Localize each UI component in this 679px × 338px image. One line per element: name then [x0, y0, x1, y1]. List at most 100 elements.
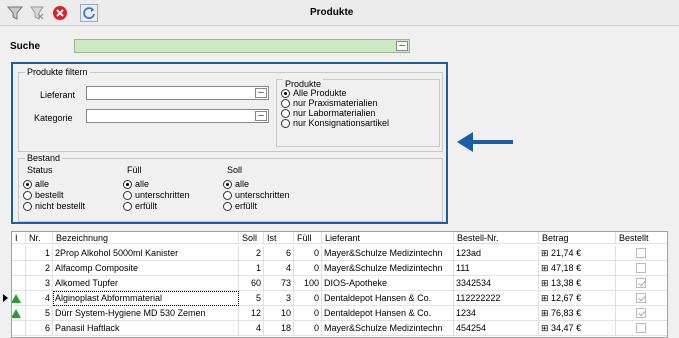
- bestellt-checkbox-cell[interactable]: [616, 306, 667, 321]
- row-pointer-icon: [3, 294, 8, 302]
- column-header[interactable]: Nr.: [26, 232, 53, 244]
- bestellt-checkbox-cell[interactable]: [616, 276, 667, 291]
- soll-title: Soll: [225, 165, 245, 175]
- column-header[interactable]: Bezeichnung: [53, 232, 239, 244]
- produkte-option-2[interactable]: nur Labormaterialien: [281, 108, 376, 118]
- produkte-option-3[interactable]: nur Konsignationsartikel: [281, 118, 389, 128]
- lieferant-field[interactable]: ...: [86, 86, 269, 100]
- radio-button[interactable]: [23, 201, 32, 211]
- soll-option-0[interactable]: alle: [223, 179, 249, 189]
- fuell-cell: 0: [294, 261, 322, 276]
- status-option-2[interactable]: nicht bestellt: [23, 201, 85, 211]
- ist-cell: 4: [264, 261, 294, 276]
- lieferant-label: Lieferant: [40, 90, 76, 100]
- column-header[interactable]: Lieferant: [322, 232, 454, 244]
- fuell-cell: 0: [294, 321, 322, 336]
- status-option-1[interactable]: bestellt: [23, 190, 64, 200]
- soll-option-2[interactable]: erfüllt: [223, 201, 257, 211]
- column-header[interactable]: Bestellt: [616, 232, 667, 244]
- fuell-option-2[interactable]: erfüllt: [123, 201, 157, 211]
- radio-label: unterschritten: [135, 190, 190, 200]
- nr-cell: 1: [26, 246, 53, 261]
- column-header[interactable]: Bestell-Nr.: [454, 232, 539, 244]
- bestellt-checkbox[interactable]: [636, 278, 646, 288]
- produkte-option-0[interactable]: Alle Produkte: [281, 88, 347, 98]
- column-header[interactable]: Füll: [294, 232, 322, 244]
- column-header[interactable]: Ist: [264, 232, 294, 244]
- bestellt-checkbox[interactable]: [636, 293, 646, 303]
- radio-button[interactable]: [123, 179, 132, 189]
- betrag-cell: ⊞ 13,38 €: [539, 276, 616, 291]
- radio-button[interactable]: [223, 201, 232, 211]
- lieferant-cell: Mayer&Schulze Medizintechn: [322, 261, 454, 276]
- radio-button[interactable]: [281, 118, 290, 128]
- filter-clear-icon[interactable]: [28, 4, 46, 22]
- radio-button[interactable]: [281, 88, 290, 98]
- fuell-option-1[interactable]: unterschritten: [123, 190, 190, 200]
- bestellt-checkbox[interactable]: [636, 323, 646, 333]
- kategorie-field[interactable]: ...: [86, 109, 269, 123]
- table-row[interactable]: 3 Alkomed Tupfer 60 73 100 DIOS-Apotheke 33425…: [12, 276, 667, 291]
- search-browse-button[interactable]: ...: [396, 41, 408, 51]
- produkte-filtern-title: Produkte filtern: [25, 67, 90, 77]
- filter-icon[interactable]: [6, 4, 24, 22]
- nr-cell: 2: [26, 261, 53, 276]
- fuell-title: Füll: [125, 165, 144, 175]
- table-row[interactable]: 5 Dürr System-Hygiene MD 530 Zemen 12 10 0 De…: [12, 306, 667, 321]
- bestellt-checkbox-cell[interactable]: [616, 246, 667, 261]
- bestand-title: Bestand: [25, 153, 63, 163]
- radio-button[interactable]: [23, 190, 32, 200]
- close-icon[interactable]: [51, 4, 69, 22]
- soll-cell: 12: [239, 306, 264, 321]
- table-row[interactable]: 4 Alginoplast Abformmaterial 5 3 0 Dentaldepo…: [12, 291, 667, 306]
- arrow-left-icon: [455, 130, 515, 156]
- table-row[interactable]: 2 Alfacomp Composite 1 4 0 Mayer&Schulze Medi…: [12, 261, 667, 276]
- radio-button[interactable]: [123, 190, 132, 200]
- betrag-cell: ⊞ 47,18 €: [539, 261, 616, 276]
- radio-label: erfüllt: [135, 201, 158, 211]
- bestellt-checkbox[interactable]: [636, 308, 646, 318]
- radio-button[interactable]: [281, 98, 290, 108]
- bestellt-checkbox-cell[interactable]: [616, 291, 667, 306]
- radio-button[interactable]: [123, 201, 132, 211]
- search-input[interactable]: ...: [74, 39, 410, 53]
- radio-label: alle: [35, 179, 50, 189]
- column-header[interactable]: Soll: [239, 232, 264, 244]
- bestellt-checkbox-cell[interactable]: [616, 321, 667, 336]
- kategorie-label: Kategorie: [34, 113, 73, 123]
- fuell-option-0[interactable]: alle: [123, 179, 149, 189]
- produkte-option-1[interactable]: nur Praxismaterialien: [281, 98, 378, 108]
- bestellt-checkbox[interactable]: [636, 263, 646, 273]
- nr-cell: 4: [26, 291, 53, 306]
- bezeichnung-cell: Dürr System-Hygiene MD 530 Zemen: [53, 306, 239, 321]
- radio-label: nur Konsignationsartikel: [293, 118, 390, 128]
- status-option-0[interactable]: alle: [23, 179, 49, 189]
- kategorie-browse-button[interactable]: ...: [255, 111, 267, 121]
- row-indicator: [12, 246, 26, 261]
- refresh-icon[interactable]: [80, 4, 98, 22]
- column-header[interactable]: Betrag: [539, 232, 616, 244]
- radio-button[interactable]: [281, 108, 290, 118]
- column-header[interactable]: I: [12, 232, 26, 244]
- fuell-cell: 0: [294, 306, 322, 321]
- table-row[interactable]: 6 Panasil Haftlack 4 18 0 Mayer&Schulze Mediz…: [12, 321, 667, 336]
- warning-icon: [12, 309, 21, 318]
- bestellt-checkbox-cell[interactable]: [616, 261, 667, 276]
- betrag-cell: ⊞ 76,83 €: [539, 306, 616, 321]
- lieferant-cell: Dentaldepot Hansen & Co.: [322, 306, 454, 321]
- radio-label: erfüllt: [235, 201, 258, 211]
- bezeichnung-cell: Alginoplast Abformmaterial: [53, 291, 239, 306]
- radio-button[interactable]: [223, 179, 232, 189]
- lieferant-browse-button[interactable]: ...: [255, 88, 267, 98]
- bestellnr-cell: 111: [454, 261, 539, 276]
- search-label: Suche: [10, 41, 41, 52]
- nr-cell: 5: [26, 306, 53, 321]
- lieferant-cell: Dentaldepot Hansen & Co.: [322, 291, 454, 306]
- table-row[interactable]: 1 2Prop Alkohol 5000ml Kanister 2 6 0 Mayer&S…: [12, 246, 667, 261]
- window-title: Produkte: [310, 7, 354, 18]
- radio-label: alle: [135, 179, 150, 189]
- radio-button[interactable]: [23, 179, 32, 189]
- bestellt-checkbox[interactable]: [636, 248, 646, 258]
- soll-option-1[interactable]: unterschritten: [223, 190, 290, 200]
- radio-button[interactable]: [223, 190, 232, 200]
